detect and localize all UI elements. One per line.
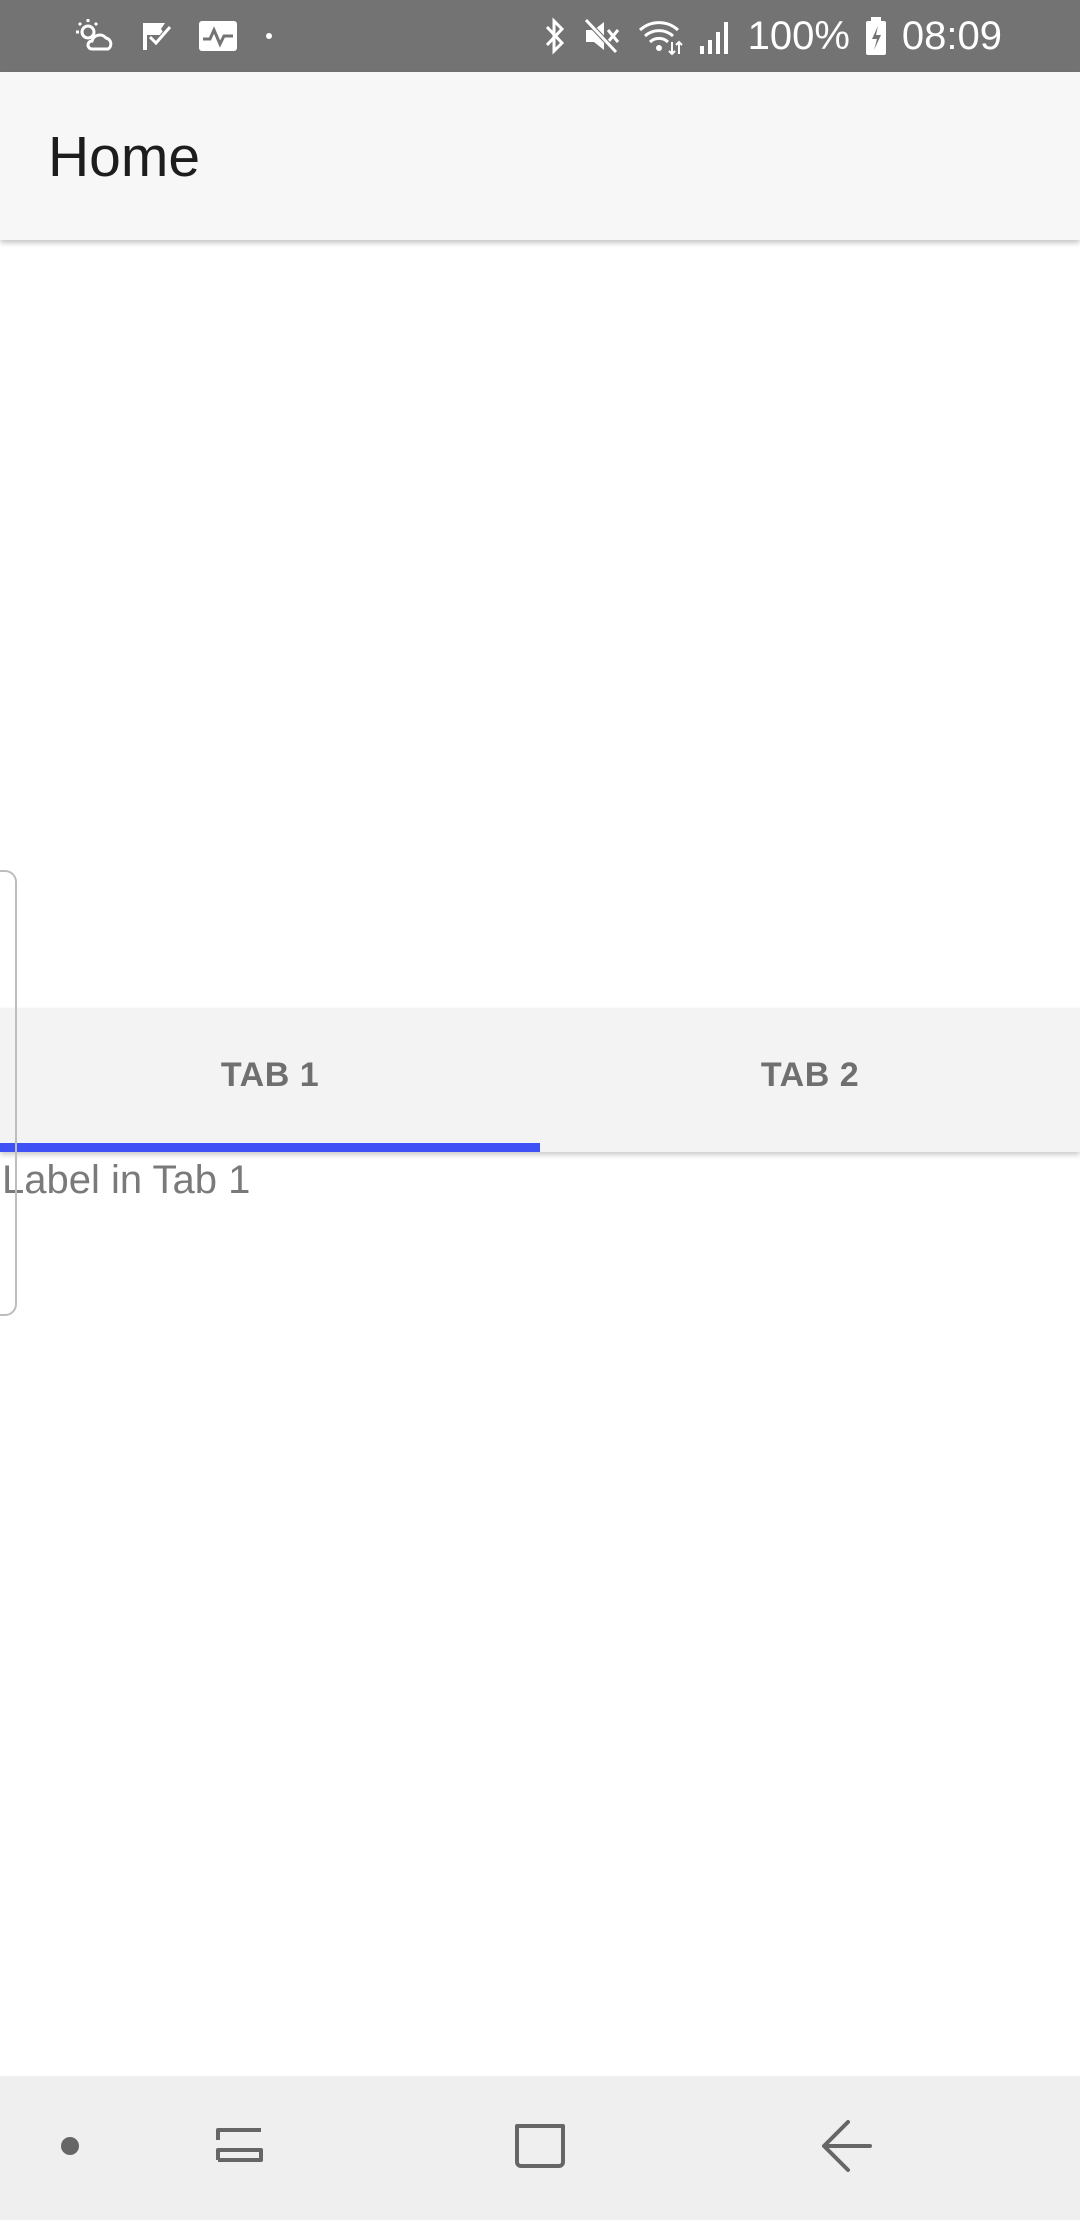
battery-percent: 100% xyxy=(747,13,850,58)
activity-icon xyxy=(198,19,238,53)
page-title: Home xyxy=(48,125,201,189)
battery-icon xyxy=(864,16,888,56)
selected-tab-indicator xyxy=(0,1143,540,1152)
tab-content-label: Label in Tab 1 xyxy=(2,1158,251,1202)
home-button[interactable] xyxy=(480,2076,600,2220)
back-button[interactable] xyxy=(786,2076,906,2220)
tab-1[interactable]: TAB 1 xyxy=(0,1008,540,1152)
back-icon xyxy=(818,2118,874,2179)
signal-icon xyxy=(698,16,734,56)
screen: 100% 08:09 Home TAB 1 TAB 2 Label in Tab… xyxy=(0,0,1080,2220)
weather-icon xyxy=(72,18,116,54)
edge-panel-handle[interactable] xyxy=(0,870,17,1316)
mute-icon xyxy=(582,16,622,56)
wifi-icon xyxy=(636,16,684,56)
status-bar: 100% 08:09 xyxy=(0,0,1080,72)
status-left-icons xyxy=(72,12,276,60)
recent-apps-icon xyxy=(212,2118,268,2179)
dot-icon xyxy=(58,2134,82,2163)
recent-apps-button[interactable] xyxy=(180,2076,300,2220)
tab-bar: TAB 1 TAB 2 xyxy=(0,1008,1080,1152)
nav-dot-button[interactable] xyxy=(30,2076,110,2220)
bluetooth-icon xyxy=(542,16,568,56)
task-check-icon xyxy=(140,19,174,53)
clock: 08:09 xyxy=(901,13,1002,58)
status-right-icons: 100% 08:09 xyxy=(542,10,1002,62)
navigation-bar xyxy=(0,2076,1080,2220)
tab-2[interactable]: TAB 2 xyxy=(540,1008,1080,1152)
dot-icon xyxy=(262,29,276,43)
app-bar: Home xyxy=(0,72,1080,240)
home-icon xyxy=(512,2118,568,2179)
tab-1-label: TAB 1 xyxy=(220,1055,320,1094)
tab-2-label: TAB 2 xyxy=(760,1055,860,1094)
